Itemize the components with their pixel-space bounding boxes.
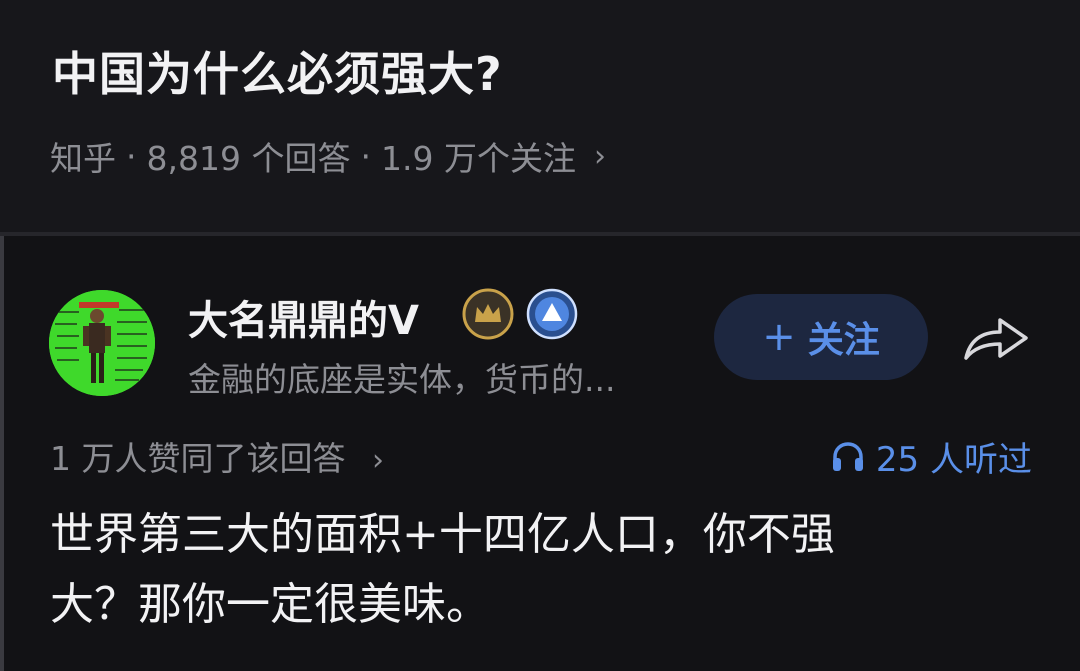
- answer-text-line: 大？那你一定很美味。: [50, 579, 490, 630]
- answer-left-edge: [0, 236, 4, 671]
- answer-text-line: 世界第三大的面积+十四亿人口，你不强: [50, 509, 835, 560]
- follow-label: 关注: [807, 320, 880, 361]
- chevron-right-icon: ›: [593, 138, 606, 174]
- question-meta[interactable]: 知乎 · 8,819 个回答 · 1.9 万个关注 ›: [50, 132, 606, 180]
- share-icon[interactable]: [960, 310, 1032, 366]
- author-name[interactable]: 大名鼎鼎的V: [188, 288, 419, 346]
- verified-badge-icon[interactable]: [526, 288, 578, 340]
- question-title[interactable]: 中国为什么必须强大?: [52, 38, 503, 104]
- separator-dot: ·: [126, 136, 137, 176]
- plus-icon: +: [762, 314, 796, 360]
- avatar-image: [49, 290, 155, 396]
- answer-card: 大名鼎鼎的V 金融的底座是实体，货币的... + 关注 1 万人赞同了该回答 ›: [0, 236, 1080, 671]
- listen-count-button[interactable]: 25 人听过: [830, 432, 1032, 481]
- follower-count: 1.9 万个关注: [380, 139, 576, 178]
- likes-summary[interactable]: 1 万人赞同了该回答 ›: [50, 432, 384, 480]
- zhihu-answer-page: 中国为什么必须强大? 知乎 · 8,819 个回答 · 1.9 万个关注 › 大…: [0, 0, 1080, 671]
- crown-badge-icon[interactable]: [462, 288, 514, 340]
- avatar[interactable]: [49, 290, 155, 396]
- question-header[interactable]: 中国为什么必须强大? 知乎 · 8,819 个回答 · 1.9 万个关注 ›: [0, 0, 1080, 232]
- follow-button[interactable]: + 关注: [714, 294, 928, 380]
- separator-dot: ·: [360, 136, 371, 176]
- likes-count: 1 万人赞同了该回答: [50, 439, 346, 478]
- headphones-icon: [832, 441, 863, 471]
- author-bio[interactable]: 金融的底座是实体，货币的...: [188, 353, 615, 401]
- source-label: 知乎: [50, 139, 116, 178]
- chevron-right-icon: ›: [372, 443, 384, 478]
- listen-count: 25 人听过: [875, 440, 1032, 480]
- answer-count: 8,819 个回答: [146, 139, 351, 178]
- answer-content[interactable]: 世界第三大的面积+十四亿人口，你不强 大？那你一定很美味。: [50, 500, 980, 640]
